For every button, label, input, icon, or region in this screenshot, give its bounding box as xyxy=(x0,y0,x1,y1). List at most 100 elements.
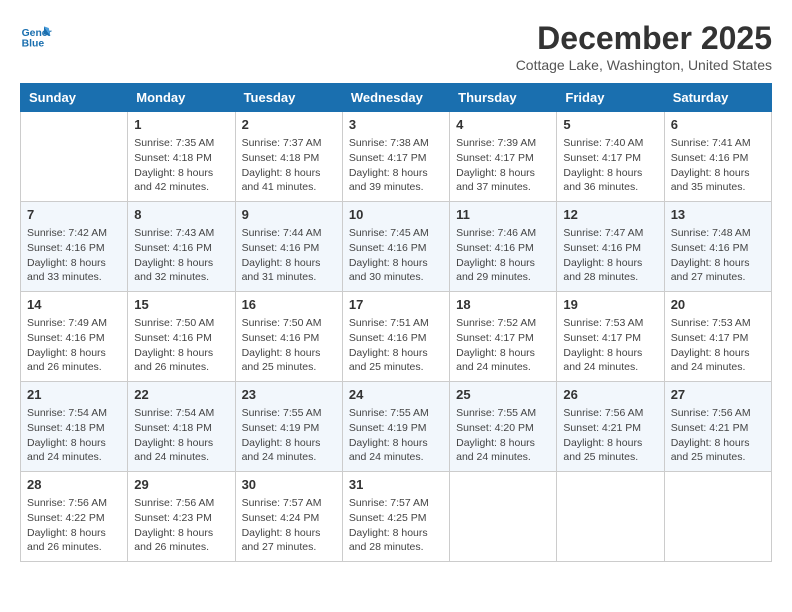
calendar-cell: 16 Sunrise: 7:50 AM Sunset: 4:16 PM Dayli… xyxy=(235,292,342,382)
calendar-cell: 17Sunrise: 7:51 AM Sunset: 4:16 PM Dayli… xyxy=(342,292,449,382)
day-number: 20 xyxy=(671,296,765,314)
calendar-week-row: 14 Sunrise: 7:49 AM Sunset: 4:16 PM Dayli… xyxy=(21,292,772,382)
day-number: 18 xyxy=(456,296,550,314)
day-number: 8 xyxy=(134,206,228,224)
day-number: 31 xyxy=(349,476,443,494)
cell-content: Sunrise: 7:57 AM Sunset: 4:25 PM Dayligh… xyxy=(349,496,443,555)
calendar-cell xyxy=(21,112,128,202)
calendar-cell: 30 Sunrise: 7:57 AM Sunset: 4:24 PM Dayli… xyxy=(235,472,342,562)
cell-content: Sunrise: 7:56 AM Sunset: 4:22 PM Dayligh… xyxy=(27,496,121,555)
cell-content: Sunrise: 7:39 AM Sunset: 4:17 PM Dayligh… xyxy=(456,136,550,195)
day-number: 3 xyxy=(349,116,443,134)
day-number: 6 xyxy=(671,116,765,134)
calendar-cell: 12Sunrise: 7:47 AM Sunset: 4:16 PM Dayli… xyxy=(557,202,664,292)
svg-text:Blue: Blue xyxy=(22,38,45,49)
calendar-cell: 7 Sunrise: 7:42 AM Sunset: 4:16 PM Daylig… xyxy=(21,202,128,292)
calendar-cell: 24 Sunrise: 7:55 AM Sunset: 4:19 PM Dayli… xyxy=(342,382,449,472)
calendar-table: SundayMondayTuesdayWednesdayThursdayFrid… xyxy=(20,83,772,562)
cell-content: Sunrise: 7:37 AM Sunset: 4:18 PM Dayligh… xyxy=(242,136,336,195)
cell-content: Sunrise: 7:50 AM Sunset: 4:16 PM Dayligh… xyxy=(134,316,228,375)
cell-content: Sunrise: 7:42 AM Sunset: 4:16 PM Dayligh… xyxy=(27,226,121,285)
calendar-cell: 18 Sunrise: 7:52 AM Sunset: 4:17 PM Dayli… xyxy=(450,292,557,382)
day-number: 22 xyxy=(134,386,228,404)
calendar-cell: 13 Sunrise: 7:48 AM Sunset: 4:16 PM Dayli… xyxy=(664,202,771,292)
cell-content: Sunrise: 7:41 AM Sunset: 4:16 PM Dayligh… xyxy=(671,136,765,195)
day-number: 19 xyxy=(563,296,657,314)
calendar-cell: 4Sunrise: 7:39 AM Sunset: 4:17 PM Daylig… xyxy=(450,112,557,202)
day-number: 11 xyxy=(456,206,550,224)
calendar-cell: 3 Sunrise: 7:38 AM Sunset: 4:17 PM Daylig… xyxy=(342,112,449,202)
calendar-cell: 2 Sunrise: 7:37 AM Sunset: 4:18 PM Daylig… xyxy=(235,112,342,202)
location: Cottage Lake, Washington, United States xyxy=(516,57,772,73)
calendar-cell xyxy=(664,472,771,562)
day-number: 10 xyxy=(349,206,443,224)
cell-content: Sunrise: 7:48 AM Sunset: 4:16 PM Dayligh… xyxy=(671,226,765,285)
calendar-cell: 14 Sunrise: 7:49 AM Sunset: 4:16 PM Dayli… xyxy=(21,292,128,382)
title-block: December 2025 Cottage Lake, Washington, … xyxy=(516,20,772,73)
day-number: 2 xyxy=(242,116,336,134)
day-number: 15 xyxy=(134,296,228,314)
day-number: 27 xyxy=(671,386,765,404)
cell-content: Sunrise: 7:55 AM Sunset: 4:19 PM Dayligh… xyxy=(242,406,336,465)
logo-icon: General Blue xyxy=(20,20,52,52)
calendar-cell: 8Sunrise: 7:43 AM Sunset: 4:16 PM Daylig… xyxy=(128,202,235,292)
weekday-header: Sunday xyxy=(21,84,128,112)
day-number: 1 xyxy=(134,116,228,134)
cell-content: Sunrise: 7:56 AM Sunset: 4:21 PM Dayligh… xyxy=(563,406,657,465)
calendar-cell: 1 Sunrise: 7:35 AM Sunset: 4:18 PM Daylig… xyxy=(128,112,235,202)
weekday-header: Thursday xyxy=(450,84,557,112)
day-number: 5 xyxy=(563,116,657,134)
month-title: December 2025 xyxy=(516,20,772,57)
calendar-week-row: 28Sunrise: 7:56 AM Sunset: 4:22 PM Dayli… xyxy=(21,472,772,562)
calendar-cell: 15 Sunrise: 7:50 AM Sunset: 4:16 PM Dayli… xyxy=(128,292,235,382)
weekday-header: Monday xyxy=(128,84,235,112)
calendar-cell: 10 Sunrise: 7:45 AM Sunset: 4:16 PM Dayli… xyxy=(342,202,449,292)
cell-content: Sunrise: 7:52 AM Sunset: 4:17 PM Dayligh… xyxy=(456,316,550,375)
calendar-cell: 31 Sunrise: 7:57 AM Sunset: 4:25 PM Dayli… xyxy=(342,472,449,562)
day-number: 7 xyxy=(27,206,121,224)
calendar-week-row: 21Sunrise: 7:54 AM Sunset: 4:18 PM Dayli… xyxy=(21,382,772,472)
cell-content: Sunrise: 7:50 AM Sunset: 4:16 PM Dayligh… xyxy=(242,316,336,375)
cell-content: Sunrise: 7:53 AM Sunset: 4:17 PM Dayligh… xyxy=(563,316,657,375)
calendar-cell: 29 Sunrise: 7:56 AM Sunset: 4:23 PM Dayli… xyxy=(128,472,235,562)
day-number: 29 xyxy=(134,476,228,494)
day-number: 26 xyxy=(563,386,657,404)
cell-content: Sunrise: 7:56 AM Sunset: 4:23 PM Dayligh… xyxy=(134,496,228,555)
logo: General Blue xyxy=(20,20,52,52)
calendar-cell: 20 Sunrise: 7:53 AM Sunset: 4:17 PM Dayli… xyxy=(664,292,771,382)
cell-content: Sunrise: 7:54 AM Sunset: 4:18 PM Dayligh… xyxy=(134,406,228,465)
day-number: 16 xyxy=(242,296,336,314)
calendar-cell: 11Sunrise: 7:46 AM Sunset: 4:16 PM Dayli… xyxy=(450,202,557,292)
cell-content: Sunrise: 7:55 AM Sunset: 4:20 PM Dayligh… xyxy=(456,406,550,465)
cell-content: Sunrise: 7:45 AM Sunset: 4:16 PM Dayligh… xyxy=(349,226,443,285)
page-header: General Blue December 2025 Cottage Lake,… xyxy=(20,20,772,73)
cell-content: Sunrise: 7:47 AM Sunset: 4:16 PM Dayligh… xyxy=(563,226,657,285)
day-number: 13 xyxy=(671,206,765,224)
cell-content: Sunrise: 7:49 AM Sunset: 4:16 PM Dayligh… xyxy=(27,316,121,375)
calendar-cell: 22 Sunrise: 7:54 AM Sunset: 4:18 PM Dayli… xyxy=(128,382,235,472)
cell-content: Sunrise: 7:51 AM Sunset: 4:16 PM Dayligh… xyxy=(349,316,443,375)
day-number: 30 xyxy=(242,476,336,494)
day-number: 25 xyxy=(456,386,550,404)
weekday-header-row: SundayMondayTuesdayWednesdayThursdayFrid… xyxy=(21,84,772,112)
calendar-cell: 27Sunrise: 7:56 AM Sunset: 4:21 PM Dayli… xyxy=(664,382,771,472)
cell-content: Sunrise: 7:40 AM Sunset: 4:17 PM Dayligh… xyxy=(563,136,657,195)
day-number: 23 xyxy=(242,386,336,404)
cell-content: Sunrise: 7:35 AM Sunset: 4:18 PM Dayligh… xyxy=(134,136,228,195)
cell-content: Sunrise: 7:38 AM Sunset: 4:17 PM Dayligh… xyxy=(349,136,443,195)
day-number: 14 xyxy=(27,296,121,314)
calendar-cell: 21Sunrise: 7:54 AM Sunset: 4:18 PM Dayli… xyxy=(21,382,128,472)
weekday-header: Tuesday xyxy=(235,84,342,112)
cell-content: Sunrise: 7:44 AM Sunset: 4:16 PM Dayligh… xyxy=(242,226,336,285)
cell-content: Sunrise: 7:55 AM Sunset: 4:19 PM Dayligh… xyxy=(349,406,443,465)
day-number: 24 xyxy=(349,386,443,404)
cell-content: Sunrise: 7:53 AM Sunset: 4:17 PM Dayligh… xyxy=(671,316,765,375)
cell-content: Sunrise: 7:54 AM Sunset: 4:18 PM Dayligh… xyxy=(27,406,121,465)
calendar-cell: 26 Sunrise: 7:56 AM Sunset: 4:21 PM Dayli… xyxy=(557,382,664,472)
calendar-cell: 5 Sunrise: 7:40 AM Sunset: 4:17 PM Daylig… xyxy=(557,112,664,202)
day-number: 9 xyxy=(242,206,336,224)
calendar-cell: 6 Sunrise: 7:41 AM Sunset: 4:16 PM Daylig… xyxy=(664,112,771,202)
cell-content: Sunrise: 7:57 AM Sunset: 4:24 PM Dayligh… xyxy=(242,496,336,555)
weekday-header: Friday xyxy=(557,84,664,112)
calendar-week-row: 1 Sunrise: 7:35 AM Sunset: 4:18 PM Daylig… xyxy=(21,112,772,202)
